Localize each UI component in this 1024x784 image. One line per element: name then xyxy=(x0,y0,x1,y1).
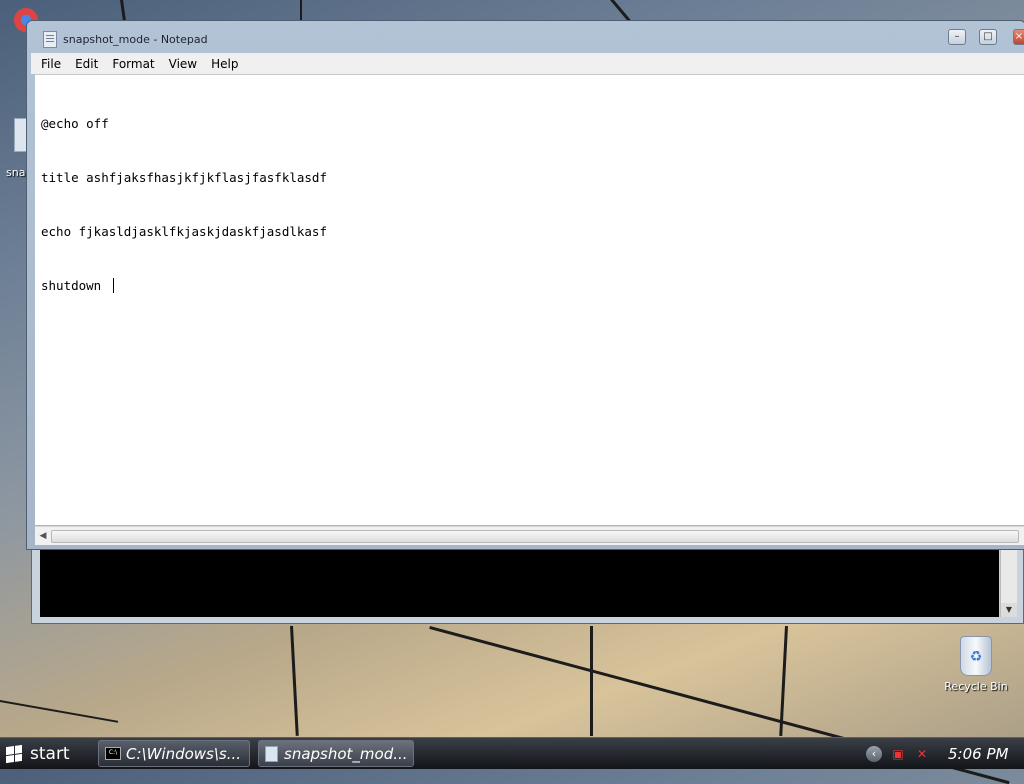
notepad-titlebar[interactable]: snapshot_mode - Notepad – □ × xyxy=(27,21,1024,53)
horizontal-scrollbar[interactable]: ◀ xyxy=(35,526,1024,545)
taskbar-item-label: snapshot_mod... xyxy=(284,744,408,763)
menu-view[interactable]: View xyxy=(162,57,204,71)
minimize-button[interactable]: – xyxy=(948,29,966,45)
editor-line: title ashfjaksfhasjkfjkflasjfasfklasdf xyxy=(41,170,327,185)
windows-logo-icon xyxy=(6,744,22,763)
clock[interactable]: 5:06 PM xyxy=(948,745,1008,763)
taskbar-item-notepad[interactable]: snapshot_mod... xyxy=(258,740,414,767)
scroll-down-arrow-icon[interactable]: ▼ xyxy=(1001,603,1017,617)
console-output-area[interactable] xyxy=(40,549,999,617)
text-editor-area[interactable]: @echo off title ashfjaksfhasjkfjkflasjfa… xyxy=(35,74,1024,525)
taskbar-item-label: C:\Windows\s... xyxy=(126,744,242,763)
editor-line: shutdown xyxy=(41,278,109,293)
menu-format[interactable]: Format xyxy=(105,57,161,71)
chevron-left-icon[interactable]: ‹ xyxy=(866,745,882,762)
minimize-icon: – xyxy=(954,31,960,42)
start-button[interactable]: start xyxy=(0,740,88,767)
notepad-window[interactable]: snapshot_mode - Notepad – □ × File Edit … xyxy=(26,20,1024,550)
console-window[interactable]: ▼ xyxy=(31,540,1024,624)
editor-line: echo fjkasldjasklfkjaskjdaskfjasdlkasf xyxy=(41,224,327,239)
maximize-icon: □ xyxy=(983,31,993,42)
menu-edit[interactable]: Edit xyxy=(68,57,105,71)
recycle-bin-label: Recycle Bin xyxy=(944,680,1008,693)
system-tray: ‹ ▣ ✕ 5:06 PM xyxy=(864,738,1024,769)
close-button[interactable]: × xyxy=(1013,29,1024,45)
console-icon: C:\ xyxy=(105,747,121,760)
horizontal-scroll-thumb[interactable] xyxy=(51,530,1019,543)
menu-file[interactable]: File xyxy=(31,57,68,71)
editor-line-with-caret: shutdown xyxy=(41,277,1019,295)
maximize-button[interactable]: □ xyxy=(979,29,997,45)
editor-line: @echo off xyxy=(41,116,109,131)
text-caret xyxy=(112,278,114,293)
window-title: snapshot_mode - Notepad xyxy=(63,33,208,46)
recycle-bin-desktop-icon[interactable]: Recycle Bin xyxy=(936,636,1016,693)
taskbar: start C:\ C:\Windows\s... snapshot_mod..… xyxy=(0,737,1024,769)
network-icon[interactable]: ▣ xyxy=(890,747,906,761)
wallpaper-line xyxy=(290,625,299,736)
recycle-bin-icon xyxy=(960,636,992,676)
menu-bar: File Edit Format View Help xyxy=(31,53,1024,74)
start-label: start xyxy=(30,743,70,764)
console-vertical-scrollbar[interactable]: ▼ xyxy=(1000,549,1017,617)
close-icon: × xyxy=(1014,31,1024,42)
notepad-icon xyxy=(265,745,278,762)
scroll-left-arrow-icon[interactable]: ◀ xyxy=(37,529,49,543)
taskbar-item-console[interactable]: C:\ C:\Windows\s... xyxy=(98,740,250,767)
wallpaper-line xyxy=(779,626,788,737)
menu-help[interactable]: Help xyxy=(204,57,245,71)
notepad-app-icon[interactable] xyxy=(43,31,57,48)
volume-muted-icon[interactable]: ✕ xyxy=(914,747,930,761)
wallpaper-line xyxy=(590,626,593,736)
wallpaper-line xyxy=(0,700,119,723)
